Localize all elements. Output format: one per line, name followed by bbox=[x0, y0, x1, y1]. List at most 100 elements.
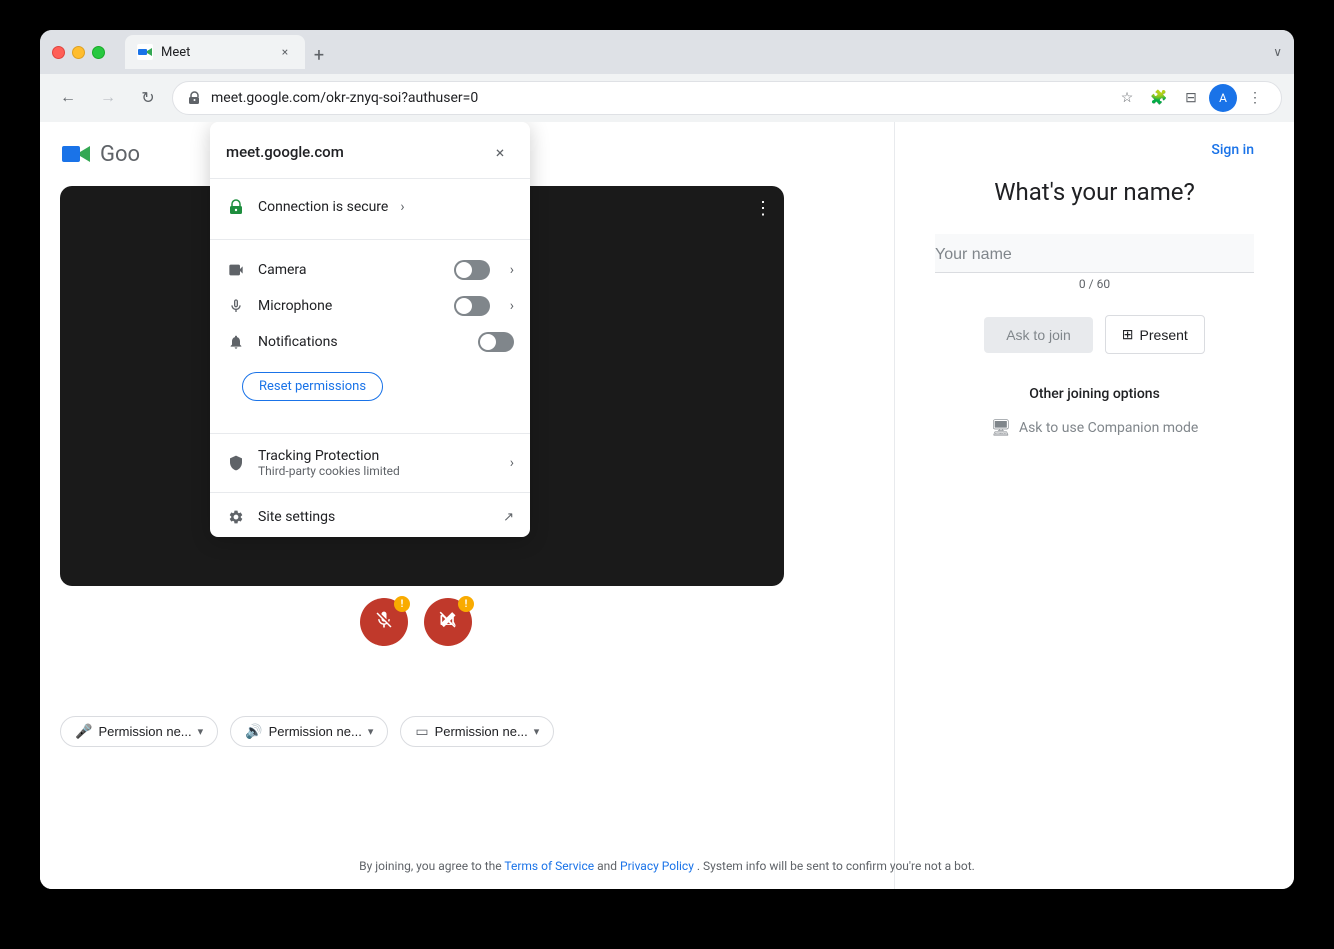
site-settings-label: Site settings bbox=[258, 509, 335, 525]
tracking-sublabel: Third-party cookies limited bbox=[258, 464, 498, 478]
cam-warning-badge: ! bbox=[458, 596, 474, 612]
active-tab[interactable]: Meet × bbox=[125, 35, 305, 69]
new-tab-button[interactable]: + bbox=[305, 41, 333, 69]
camera-perm-arrow: › bbox=[510, 262, 514, 278]
video-more-button[interactable]: ⋮ bbox=[754, 198, 772, 219]
ask-to-join-button[interactable]: Ask to join bbox=[984, 317, 1093, 353]
microphone-perm-label: Microphone bbox=[258, 298, 332, 314]
url-text: meet.google.com/okr-znyq-soi?authuser=0 bbox=[211, 90, 1105, 106]
mic-permission-button[interactable]: 🎤 Permission ne... ▾ bbox=[60, 716, 218, 747]
camera-perm-icon bbox=[226, 260, 246, 280]
popup-divider-1 bbox=[210, 239, 530, 240]
reset-permissions-button[interactable]: Reset permissions bbox=[242, 372, 383, 401]
site-settings-row[interactable]: Site settings ↗ bbox=[210, 497, 530, 537]
notifications-perm-icon bbox=[226, 332, 246, 352]
back-button[interactable]: ← bbox=[52, 82, 84, 114]
mute-cam-button[interactable]: ! bbox=[424, 598, 472, 646]
page-content: Goo ⋮ ! bbox=[40, 122, 1294, 889]
tracking-protection-row[interactable]: Tracking Protection Third-party cookies … bbox=[210, 438, 530, 488]
cam-permission-button[interactable]: ▭ Permission ne... ▾ bbox=[400, 716, 554, 747]
cam-off-icon bbox=[438, 610, 458, 635]
microphone-toggle[interactable] bbox=[454, 296, 490, 316]
camera-permission-row: Camera › bbox=[210, 252, 530, 288]
speaker-permission-button[interactable]: 🔊 Permission ne... ▾ bbox=[230, 716, 388, 747]
more-menu-button[interactable]: ⋮ bbox=[1241, 84, 1269, 112]
mic-perm-label: Permission ne... bbox=[98, 724, 191, 739]
microphone-permission-row: Microphone › bbox=[210, 288, 530, 324]
present-label: Present bbox=[1140, 327, 1188, 343]
tracking-arrow: › bbox=[510, 455, 514, 471]
name-input-container bbox=[935, 234, 1254, 273]
settings-icon bbox=[226, 507, 246, 527]
address-bar[interactable]: meet.google.com/okr-znyq-soi?authuser=0 … bbox=[172, 81, 1282, 115]
present-button[interactable]: ⊞ Present bbox=[1105, 315, 1205, 354]
mic-off-icon bbox=[374, 610, 394, 635]
mic-perm-arrow: ▾ bbox=[198, 725, 204, 738]
extensions-button[interactable]: 🧩 bbox=[1145, 84, 1173, 112]
meet-favicon bbox=[137, 44, 153, 60]
mic-warning-badge: ! bbox=[394, 596, 410, 612]
camera-toggle[interactable] bbox=[454, 260, 490, 280]
companion-icon: 🖥 bbox=[991, 418, 1011, 437]
minimize-window-button[interactable] bbox=[72, 46, 85, 59]
tracking-icon bbox=[226, 453, 246, 473]
traffic-lights bbox=[52, 46, 105, 59]
forward-button: → bbox=[92, 82, 124, 114]
action-buttons: Ask to join ⊞ Present bbox=[984, 315, 1205, 354]
close-window-button[interactable] bbox=[52, 46, 65, 59]
popup-permissions-section: Camera › Microphone › bbox=[210, 244, 530, 429]
page-footer: By joining, you agree to the Terms of Se… bbox=[40, 859, 1294, 873]
window-expand-button[interactable]: ∨ bbox=[1273, 45, 1282, 59]
mic-perm-icon: 🎤 bbox=[75, 723, 92, 740]
cam-perm-icon: ▭ bbox=[415, 723, 428, 740]
mic-perm-arrow-popup: › bbox=[510, 298, 514, 314]
other-options-label: Other joining options bbox=[1029, 386, 1160, 402]
tab-bar: Meet × + bbox=[125, 35, 1265, 69]
tab-title: Meet bbox=[161, 45, 269, 60]
footer-text-after: . System info will be sent to confirm yo… bbox=[697, 859, 975, 873]
split-button[interactable]: ⊟ bbox=[1177, 84, 1205, 112]
join-title: What's your name? bbox=[994, 178, 1195, 206]
cam-perm-label: Permission ne... bbox=[435, 724, 528, 739]
maximize-window-button[interactable] bbox=[92, 46, 105, 59]
reload-button[interactable]: ↻ bbox=[132, 82, 164, 114]
notifications-perm-label: Notifications bbox=[258, 334, 338, 350]
tracking-content: Tracking Protection Third-party cookies … bbox=[258, 448, 498, 478]
site-info-popup: meet.google.com × Connection is secure › bbox=[210, 122, 530, 537]
speaker-perm-icon: 🔊 bbox=[245, 723, 262, 740]
profile-button[interactable]: A bbox=[1209, 84, 1237, 112]
connection-row[interactable]: Connection is secure › bbox=[210, 187, 530, 227]
popup-header: meet.google.com × bbox=[210, 122, 530, 179]
notifications-permission-row: Notifications bbox=[210, 324, 530, 360]
present-icon: ⊞ bbox=[1122, 326, 1134, 343]
address-actions: ☆ 🧩 ⊟ A ⋮ bbox=[1113, 84, 1269, 112]
meet-logo-text: Goo bbox=[100, 142, 140, 167]
footer-text-middle: and bbox=[597, 859, 620, 873]
bookmark-button[interactable]: ☆ bbox=[1113, 84, 1141, 112]
popup-divider-3 bbox=[210, 492, 530, 493]
popup-divider-2 bbox=[210, 433, 530, 434]
cam-perm-arrow: ▾ bbox=[534, 725, 540, 738]
footer-text-before: By joining, you agree to the bbox=[359, 859, 504, 873]
tab-close-button[interactable]: × bbox=[277, 44, 293, 60]
lock-icon bbox=[226, 197, 246, 217]
notifications-toggle[interactable] bbox=[478, 332, 514, 352]
mute-mic-button[interactable]: ! bbox=[360, 598, 408, 646]
security-icon bbox=[185, 89, 203, 107]
name-input[interactable] bbox=[935, 234, 1254, 273]
popup-close-button[interactable]: × bbox=[486, 138, 514, 166]
meet-logo-icon bbox=[60, 138, 92, 170]
site-settings-external-icon: ↗ bbox=[503, 510, 514, 525]
tracking-label: Tracking Protection bbox=[258, 448, 498, 464]
popup-domain: meet.google.com bbox=[226, 143, 344, 161]
sign-in-link[interactable]: Sign in bbox=[1211, 142, 1254, 158]
privacy-policy-link[interactable]: Privacy Policy bbox=[620, 859, 694, 873]
companion-mode: 🖥 Ask to use Companion mode bbox=[991, 418, 1199, 437]
join-header: Sign in bbox=[935, 142, 1254, 158]
companion-label: Ask to use Companion mode bbox=[1019, 420, 1198, 436]
mic-perm-icon-popup bbox=[226, 296, 246, 316]
title-bar: Meet × + ∨ bbox=[40, 30, 1294, 74]
terms-of-service-link[interactable]: Terms of Service bbox=[504, 859, 594, 873]
meet-logo: Goo bbox=[60, 138, 140, 170]
permission-bar: 🎤 Permission ne... ▾ 🔊 Permission ne... … bbox=[60, 716, 554, 747]
